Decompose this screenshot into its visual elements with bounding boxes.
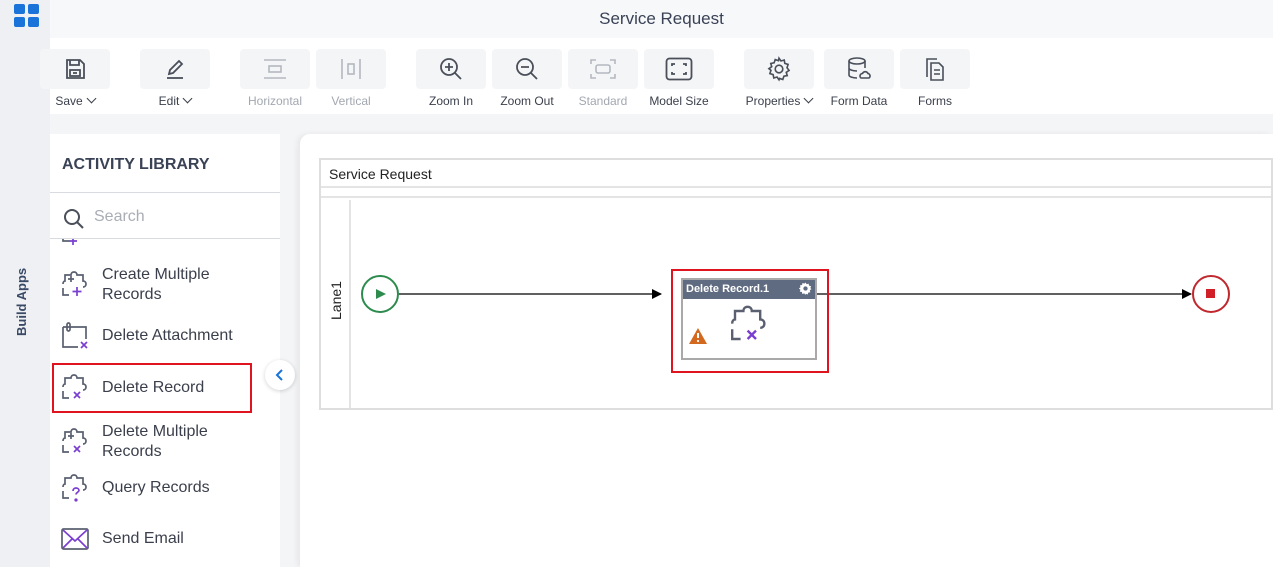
zoom-out-label: Zoom Out	[500, 94, 554, 108]
forms-label: Forms	[918, 94, 952, 108]
task-delete-record[interactable]: Delete Record.1	[681, 278, 817, 360]
library-item-label: Delete Multiple Records	[102, 423, 208, 460]
task-label: Delete Record.1	[686, 283, 770, 295]
chevron-left-icon	[275, 369, 283, 381]
stop-icon	[1206, 289, 1215, 298]
horizontal-label: Horizontal	[247, 94, 303, 108]
puzzle-plus-icon	[62, 239, 77, 245]
end-event[interactable]	[1192, 275, 1230, 313]
horizontal-button[interactable]: Horizontal	[240, 49, 310, 108]
model-size-label: Model Size	[649, 94, 709, 108]
chevron-down-icon	[803, 93, 814, 104]
email-icon	[61, 528, 89, 550]
puzzle-x-icon	[731, 305, 766, 341]
library-item-send-email[interactable]: Send Email	[60, 524, 270, 554]
library-item-delete-record[interactable]: Delete Record	[52, 363, 252, 413]
forms-icon	[926, 58, 944, 81]
library-item-delete-multiple-records[interactable]: Delete Multiple Records	[60, 422, 270, 462]
activity-list[interactable]: Create Multiple Records Delete Attachmen…	[50, 239, 280, 567]
chevron-down-icon	[182, 93, 193, 104]
library-item-label: Create Multiple Records	[102, 266, 210, 303]
activity-library-panel: ACTIVITY LIBRARY Create Multiple Records…	[50, 134, 280, 567]
build-apps-tab[interactable]: Build Apps	[14, 268, 29, 336]
library-item-label: Delete Record	[102, 379, 205, 396]
vertical-label: Vertical	[331, 94, 371, 108]
search-icon	[64, 209, 84, 229]
model-size-button[interactable]: Model Size	[644, 49, 714, 108]
start-event[interactable]	[361, 275, 399, 313]
library-search-input[interactable]	[94, 206, 264, 228]
process-canvas[interactable]: Service Request Lane1 Delete Record.1	[300, 134, 1273, 567]
gear-icon[interactable]	[799, 282, 812, 295]
task-header: Delete Record.1	[683, 280, 815, 299]
puzzle-x-icon	[62, 374, 87, 399]
collapse-library-button[interactable]	[265, 360, 295, 390]
library-item-delete-attachment[interactable]: Delete Attachment	[60, 321, 270, 351]
forms-button[interactable]: Forms	[900, 49, 970, 108]
properties-label: Properties	[745, 94, 801, 108]
standard-icon	[590, 59, 616, 79]
pool[interactable]: Service Request Lane1 Delete Record.1	[319, 158, 1273, 410]
database-icon	[848, 57, 871, 79]
apps-grid-icon[interactable]	[14, 4, 39, 27]
zoom-in-button[interactable]: Zoom In	[416, 49, 486, 108]
standard-button[interactable]: Standard	[568, 49, 638, 108]
chevron-down-icon	[86, 93, 97, 104]
gear-icon	[767, 56, 791, 82]
attachment-delete-icon	[62, 322, 88, 349]
zoom-in-label: Zoom In	[428, 94, 473, 108]
zoom-out-icon	[516, 58, 538, 80]
page-title: Service Request	[599, 9, 724, 28]
form-data-label: Form Data	[830, 94, 888, 108]
save-icon	[66, 59, 85, 79]
horizontal-icon	[264, 59, 286, 79]
edit-button[interactable]: Edit	[140, 49, 210, 108]
vertical-button[interactable]: Vertical	[316, 49, 386, 108]
edit-label: Edit	[158, 94, 180, 108]
puzzle-plus-x-icon	[62, 428, 87, 453]
divider	[50, 192, 280, 193]
edit-icon	[167, 59, 184, 79]
library-item-query-records[interactable]: Query Records	[60, 473, 270, 503]
library-item-label: Delete Attachment	[102, 327, 233, 344]
warning-icon[interactable]	[689, 328, 707, 344]
save-button[interactable]: Save	[40, 49, 110, 108]
form-data-button[interactable]: Form Data	[824, 49, 894, 108]
zoom-out-button[interactable]: Zoom Out	[492, 49, 562, 108]
toolbar: Save Edit Horizontal Vertical Zoom In Zo…	[40, 38, 1273, 114]
standard-label: Standard	[578, 94, 628, 108]
zoom-in-icon	[440, 58, 462, 80]
save-label: Save	[55, 94, 83, 108]
library-item-label: Query Records	[102, 479, 210, 496]
title-bar: Service Request	[50, 0, 1273, 38]
model-size-icon	[665, 57, 693, 81]
library-title: ACTIVITY LIBRARY	[62, 156, 210, 173]
properties-button[interactable]: Properties	[744, 49, 814, 108]
puzzle-question-icon	[62, 474, 87, 502]
library-item-create-multiple-records[interactable]: Create Multiple Records	[60, 265, 270, 305]
vertical-icon	[341, 59, 361, 79]
puzzle-plus-icon	[62, 271, 87, 296]
library-item-label: Send Email	[102, 530, 184, 547]
